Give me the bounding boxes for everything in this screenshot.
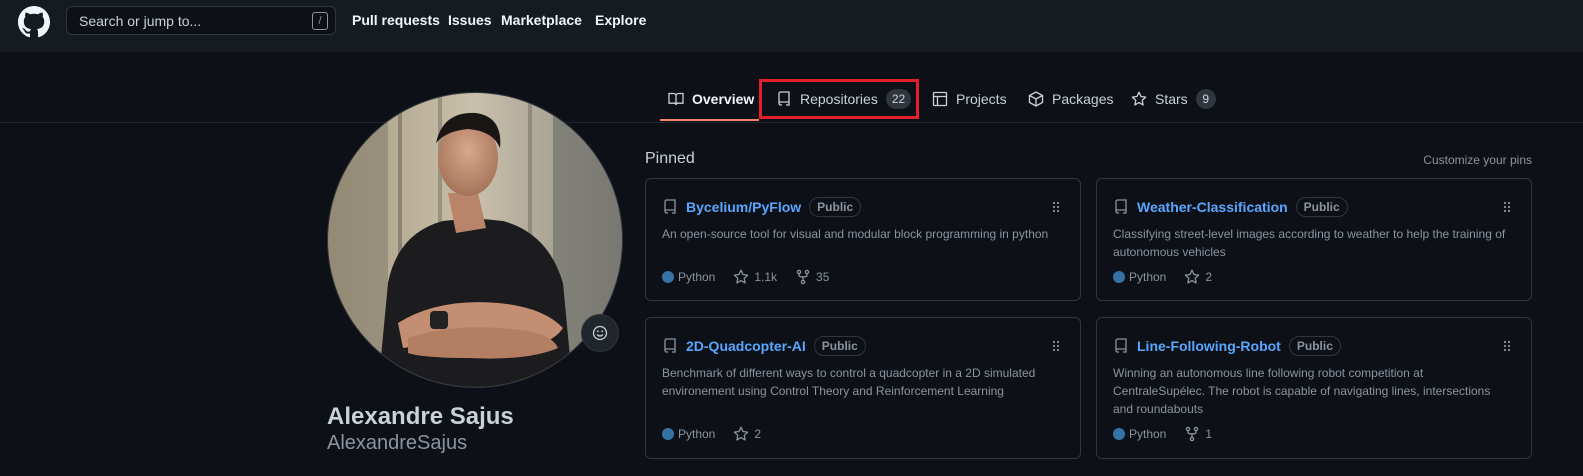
fork-count: 35	[816, 270, 830, 284]
language-color-dot	[662, 271, 674, 283]
repo-meta: Python 1.1k 35	[662, 269, 847, 285]
language-color-dot	[1113, 428, 1125, 440]
repo-meta: Python 1	[1113, 426, 1230, 442]
repo-description: Winning an autonomous line following rob…	[1113, 366, 1491, 416]
repo-link[interactable]: Weather-Classification	[1137, 199, 1288, 215]
repo-link[interactable]: Bycelium/PyFlow	[686, 199, 801, 215]
avatar-photo	[328, 93, 622, 387]
profile-fullname: Alexandre Sajus	[327, 403, 514, 430]
pinned-card: Bycelium/PyFlow Public An open-source to…	[645, 178, 1081, 301]
repo-icon	[1115, 199, 1127, 214]
star-icon	[734, 269, 749, 284]
drag-handle-icon[interactable]	[1503, 201, 1511, 213]
table-icon	[932, 91, 948, 107]
stars-link[interactable]: 2	[1184, 269, 1212, 285]
repo-meta: Python 2	[1113, 269, 1230, 285]
forks-link[interactable]: 35	[795, 269, 829, 285]
tab-label: Projects	[956, 91, 1007, 107]
repo-link[interactable]: Line-Following-Robot	[1137, 338, 1281, 354]
repo-language: Python	[678, 270, 716, 284]
repo-icon	[664, 338, 676, 353]
visibility-badge: Public	[1288, 336, 1341, 356]
star-count: 2	[1205, 270, 1213, 284]
pinned-card: Line-Following-Robot Public Winning an a…	[1096, 317, 1532, 459]
repo-description: Classifying street-level images accordin…	[1113, 227, 1506, 259]
stars-link[interactable]: 1.1k	[733, 269, 777, 285]
nav-marketplace[interactable]: Marketplace	[501, 12, 582, 28]
star-icon	[734, 426, 749, 441]
visibility-badge: Public	[813, 336, 866, 356]
tab-projects[interactable]: Projects	[932, 80, 1007, 118]
smiley-icon	[592, 325, 608, 341]
pinned-heading: Pinned	[645, 150, 695, 167]
search-input[interactable]: Search or jump to... /	[66, 6, 336, 35]
top-header: Search or jump to... / Pull requests Iss…	[0, 0, 1583, 52]
highlight-box	[759, 79, 919, 119]
github-logo-icon[interactable]	[18, 6, 50, 38]
set-status-button[interactable]	[581, 314, 619, 352]
forks-link[interactable]: 1	[1184, 426, 1212, 442]
drag-handle-icon[interactable]	[1503, 340, 1511, 352]
pinned-card: 2D-Quadcopter-AI Public Benchmark of dif…	[645, 317, 1081, 459]
repo-description: Benchmark of different ways to control a…	[662, 366, 1036, 398]
star-icon	[1185, 269, 1200, 284]
repo-icon	[664, 199, 676, 214]
repo-language: Python	[1129, 427, 1167, 441]
stars-count-badge: 9	[1195, 89, 1216, 109]
tabs-divider	[0, 122, 1583, 123]
profile-username: AlexandreSajus	[327, 432, 468, 454]
repo-language: Python	[1129, 270, 1167, 284]
visibility-badge: Public	[1295, 197, 1348, 217]
language-color-dot	[1113, 271, 1125, 283]
tab-label: Stars	[1155, 91, 1188, 107]
repo-icon	[1115, 338, 1127, 353]
tab-label: Overview	[692, 91, 755, 107]
repo-link[interactable]: 2D-Quadcopter-AI	[686, 338, 806, 354]
visibility-badge: Public	[809, 197, 862, 217]
language-color-dot	[662, 428, 674, 440]
star-count: 1.1k	[754, 270, 778, 284]
active-tab-indicator	[660, 119, 759, 121]
package-icon	[1028, 91, 1044, 107]
tab-stars[interactable]: Stars 9	[1131, 80, 1216, 118]
fork-count: 1	[1205, 427, 1213, 441]
star-count: 2	[754, 427, 762, 441]
nav-pull-requests[interactable]: Pull requests	[352, 12, 440, 28]
nav-issues[interactable]: Issues	[448, 12, 492, 28]
drag-handle-icon[interactable]	[1052, 340, 1060, 352]
star-icon	[1131, 91, 1147, 106]
shortcut-key: /	[312, 12, 328, 30]
repo-meta: Python 2	[662, 426, 779, 442]
profile-avatar[interactable]	[327, 92, 623, 388]
search-placeholder: Search or jump to...	[79, 13, 202, 29]
tab-label: Packages	[1052, 91, 1114, 107]
pinned-card: Weather-Classification Public Classifyin…	[1096, 178, 1532, 301]
fork-icon	[1186, 426, 1199, 442]
nav-explore[interactable]: Explore	[595, 12, 646, 28]
tab-packages[interactable]: Packages	[1028, 80, 1113, 118]
stars-link[interactable]: 2	[733, 426, 761, 442]
drag-handle-icon[interactable]	[1052, 201, 1060, 213]
repo-language: Python	[678, 427, 716, 441]
repo-description: An open-source tool for visual and modul…	[662, 227, 1049, 241]
book-icon	[668, 92, 684, 106]
fork-icon	[796, 269, 810, 285]
customize-pins-link[interactable]: Customize your pins	[1423, 153, 1532, 167]
tab-overview[interactable]: Overview	[668, 80, 754, 118]
